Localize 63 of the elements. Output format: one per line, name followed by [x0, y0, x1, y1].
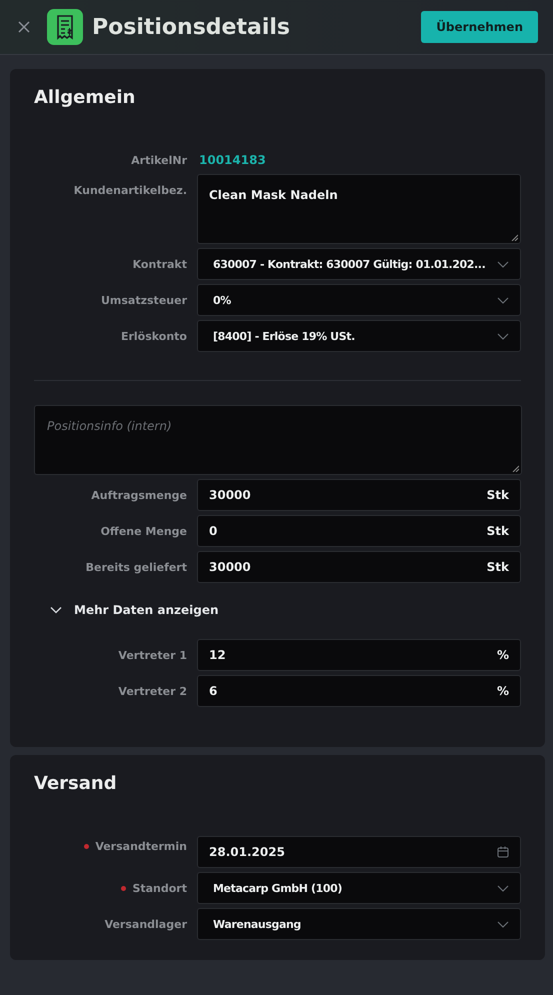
- note-field[interactable]: Positionsinfo (intern): [34, 405, 522, 475]
- field-value: [8400] - Erlöse 19% USt.: [213, 330, 355, 342]
- calendar-icon: [497, 846, 509, 858]
- input-field[interactable]: 12 %: [197, 639, 521, 671]
- field-label: Bereits geliefert: [86, 560, 187, 574]
- chevron-down-icon: [497, 332, 509, 340]
- close-icon[interactable]: [17, 20, 31, 34]
- field-label: Auftragsmenge: [91, 488, 187, 502]
- date-field[interactable]: 28.01.2025: [197, 836, 521, 868]
- select-field[interactable]: 0%: [197, 284, 521, 316]
- page-title: Positionsdetails: [92, 14, 292, 40]
- section-title: Versand: [34, 773, 118, 794]
- field-label: Erlöskonto: [120, 330, 187, 342]
- field-value: 0: [209, 524, 218, 538]
- unit-label: Stk: [486, 560, 509, 574]
- input-field[interactable]: 0 Stk: [197, 515, 521, 547]
- field-label: Standort: [132, 882, 187, 894]
- field-value: Clean Mask Nadeln: [209, 188, 338, 202]
- field-value: Warenausgang: [213, 918, 301, 930]
- field-value: 12: [209, 648, 226, 662]
- unit-label: %: [496, 648, 509, 662]
- chevron-down-icon: [497, 920, 509, 928]
- unit-label: Stk: [486, 524, 509, 538]
- receipt-icon: [47, 9, 83, 45]
- field-value: 6: [209, 684, 218, 698]
- unit-label: Stk: [486, 488, 509, 502]
- chevron-down-icon: [497, 296, 509, 304]
- field-label: Umsatzsteuer: [100, 294, 187, 306]
- field-label: Versandlager: [104, 918, 187, 930]
- field-label: Kundenartikelbez.: [74, 184, 187, 196]
- resize-icon: [511, 234, 518, 241]
- required-dot: [84, 844, 90, 848]
- select-field[interactable]: Warenausgang: [197, 908, 521, 940]
- field-value: 0%: [213, 294, 231, 306]
- select-field[interactable]: 630007 - Kontrakt: 630007 Gültig: 01.01.202...: [197, 248, 521, 280]
- field-label: Kontrakt: [132, 258, 187, 270]
- field-value: 30000: [209, 488, 251, 502]
- input-field[interactable]: 6 %: [197, 675, 521, 707]
- required-dot: [121, 886, 126, 890]
- input-field[interactable]: 30000 Stk: [197, 551, 521, 583]
- field-label: Versandtermin: [95, 840, 187, 852]
- resize-icon: [512, 465, 519, 472]
- chevron-down-icon: [497, 884, 509, 892]
- field-value: Metacarp GmbH (100): [213, 882, 342, 894]
- chevron-icon: [50, 606, 62, 614]
- select-field[interactable]: Metacarp GmbH (100): [197, 872, 521, 904]
- field-label: Offene Menge: [100, 524, 187, 538]
- select-field[interactable]: [8400] - Erlöse 19% USt.: [197, 320, 521, 352]
- field-value: 30000: [209, 560, 251, 574]
- field-label: Vertreter 1: [118, 648, 187, 662]
- field-label: Vertreter 2: [118, 684, 187, 698]
- field-value: 630007 - Kontrakt: 630007 Gültig: 01.01.202...: [213, 258, 486, 270]
- section-title: Allgemein: [34, 87, 136, 108]
- chevron-down-icon: [497, 260, 509, 268]
- placeholder-text: Positionsinfo (intern): [47, 419, 172, 433]
- field-label: ArtikelNr: [131, 154, 187, 166]
- field-value: 28.01.2025: [209, 845, 285, 859]
- unit-label: %: [496, 684, 509, 698]
- more-data-toggle[interactable]: Mehr Daten anzeigen: [34, 603, 219, 617]
- apply-button[interactable]: Übernehmen: [421, 11, 538, 43]
- text-area[interactable]: Clean Mask Nadeln: [197, 174, 521, 244]
- input-field[interactable]: 30000 Stk: [197, 479, 521, 511]
- article-number-link[interactable]: 10014183: [199, 150, 266, 170]
